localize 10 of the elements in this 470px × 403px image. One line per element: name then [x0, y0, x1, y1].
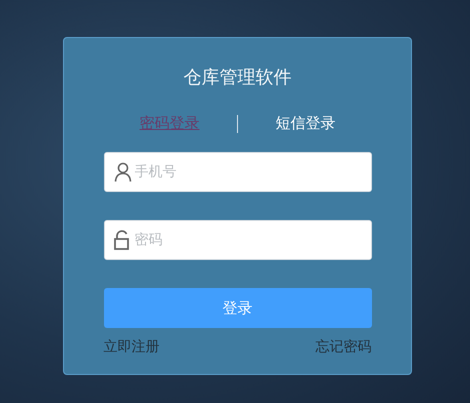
- link[interactable]: 忘记密码: [316, 338, 372, 356]
- password-field[interactable]: 密码: [104, 220, 372, 260]
- app-title: 仓库管理软件: [184, 66, 292, 90]
- link[interactable]: 立即注册: [104, 338, 160, 356]
- lock-icon: [114, 230, 130, 250]
- user-icon: [114, 162, 132, 182]
- phone-field[interactable]: 手机号: [104, 152, 372, 192]
- login-tab[interactable]: 短信登录: [276, 114, 336, 133]
- login-tab[interactable]: 密码登录: [140, 114, 200, 133]
- login-button[interactable]: 登录: [104, 288, 372, 328]
